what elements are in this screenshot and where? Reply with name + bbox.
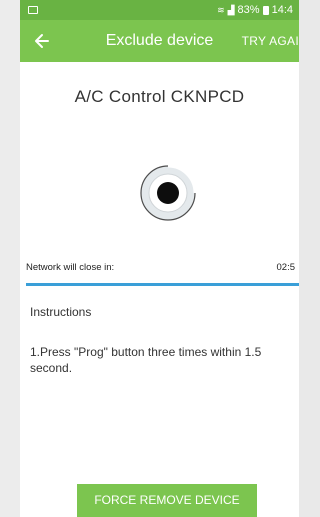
device-name: A/C Control CKNPCD xyxy=(74,87,245,106)
progress-fill xyxy=(26,283,299,286)
countdown-time: 02:5 xyxy=(276,262,296,273)
status-bar: ≋ ▟ 83% 14:4 xyxy=(20,0,299,20)
signal-icon: ▟ xyxy=(227,4,235,15)
network-countdown: Network will close in: 02:5 xyxy=(26,262,299,273)
countdown-progress-bar xyxy=(26,283,299,286)
device-icon xyxy=(140,164,197,221)
battery-icon xyxy=(262,5,269,15)
countdown-label: Network will close in: xyxy=(26,262,115,273)
try-again-button[interactable]: TRY AGAI xyxy=(242,34,299,48)
back-arrow-icon[interactable] xyxy=(32,31,52,51)
wifi-icon: ≋ xyxy=(217,4,225,15)
status-right: ≋ ▟ 83% 14:4 xyxy=(217,4,293,16)
app-bar: Exclude device TRY AGAI xyxy=(20,20,299,62)
instructions-heading: Instructions xyxy=(30,305,92,319)
battery-percent: 83% xyxy=(237,4,260,16)
clock: 14:4 xyxy=(271,4,293,16)
instructions-text: 1.Press "Prog" button three times within… xyxy=(30,345,262,375)
force-remove-button[interactable]: FORCE REMOVE DEVICE xyxy=(77,484,257,517)
notification-icon xyxy=(28,6,38,14)
background-strip xyxy=(0,0,20,517)
app-screen: ≋ ▟ 83% 14:4 Exclude device TRY AGAI A/C… xyxy=(20,0,299,517)
